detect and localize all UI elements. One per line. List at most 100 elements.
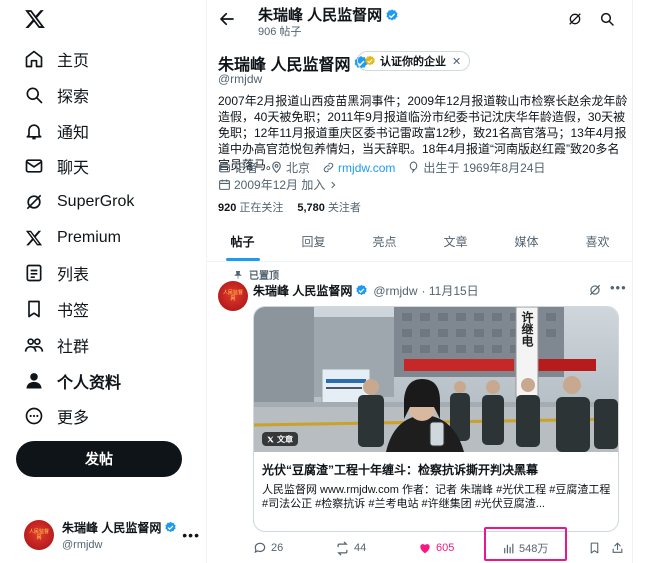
nav-premium[interactable]: Premium: [24, 223, 121, 253]
post-author-name[interactable]: 朱瑞峰 人民监督网: [253, 282, 352, 299]
following-label: 正在关注: [239, 202, 284, 214]
tab-replies[interactable]: 回复: [278, 222, 349, 261]
x-logo-icon: [267, 436, 274, 442]
like-count: 605: [436, 542, 455, 554]
share-button[interactable]: [611, 538, 628, 558]
x-logo-icon[interactable]: [24, 8, 48, 32]
repost-icon: [337, 541, 348, 555]
article-image: 奋斗 许继电: [254, 307, 618, 452]
tab-articles[interactable]: 文章: [420, 222, 491, 261]
nav-label: 聊天: [57, 160, 90, 177]
verified-badge-icon: [385, 8, 399, 22]
close-icon[interactable]: ✕: [452, 55, 461, 68]
bell-icon: [24, 121, 44, 141]
mail-icon: [24, 156, 44, 176]
balloon-icon: [410, 161, 418, 173]
list-icon: [24, 263, 44, 283]
more-circle-icon: [24, 406, 44, 426]
chevron-right-icon[interactable]: [328, 180, 338, 190]
sign-text: 许继电: [520, 310, 534, 348]
meta-category: 记者: [218, 159, 258, 176]
heart-icon: [420, 544, 430, 554]
communities-icon: [24, 335, 44, 355]
nav-label: 书签: [57, 303, 90, 320]
followers-link[interactable]: 5,780 关注者: [297, 199, 361, 215]
briefcase-icon: [219, 162, 230, 173]
more-dots-icon[interactable]: •••: [610, 280, 627, 295]
nav-label: 更多: [57, 410, 90, 427]
bookmark-icon: [590, 542, 599, 554]
post-date[interactable]: · 11月15日: [422, 282, 479, 299]
article-card[interactable]: 奋斗 许继电: [253, 306, 619, 532]
nav-communities[interactable]: 社群: [24, 330, 89, 360]
more-dots-icon[interactable]: •••: [182, 527, 200, 543]
nav-label: 通知: [57, 125, 90, 142]
reply-button[interactable]: 26: [253, 538, 283, 558]
website-link[interactable]: rmjdw.com: [338, 161, 395, 175]
verify-chip-label: 认证你的企业: [380, 56, 446, 68]
grok-icon[interactable]: [587, 282, 603, 298]
meta-category-text: 记者: [234, 161, 259, 175]
grok-icon[interactable]: [565, 9, 585, 29]
verify-business-chip[interactable]: 认证你的企业 ✕: [357, 51, 471, 71]
back-arrow-icon[interactable]: [216, 8, 238, 30]
left-nav: 主页 探索 通知 聊天 SuperGrok Premium 列表 书签 社群 个…: [0, 0, 207, 563]
nav-label: 主页: [57, 53, 90, 70]
location-pin-icon: [272, 161, 281, 174]
nav-label: 探索: [57, 89, 90, 106]
calendar-icon: [219, 179, 230, 190]
nav-supergrok[interactable]: SuperGrok: [24, 187, 134, 217]
post-actions: 26 44 605 548万: [253, 538, 623, 558]
avatar-text: 人民监督网: [222, 290, 243, 302]
post-handle[interactable]: @rmjdw: [373, 284, 417, 298]
article-tag-text: 文章: [277, 434, 293, 444]
following-count: 920: [218, 202, 237, 214]
nav-label: 社群: [57, 339, 90, 356]
nav-home[interactable]: 主页: [24, 44, 89, 74]
nav-more[interactable]: 更多: [24, 401, 89, 431]
article-title: 光伏“豆腐渣”工程十年缠斗：检察抗诉撕开判决黑幕: [262, 463, 539, 477]
nav-bookmarks[interactable]: 书签: [24, 294, 89, 324]
post-button[interactable]: 发帖: [16, 441, 182, 477]
meta-location: 北京: [270, 159, 310, 176]
post-avatar[interactable]: 人民监督网: [218, 281, 248, 311]
pinned-label: 已置顶: [233, 267, 279, 282]
tab-highlights[interactable]: 亮点: [349, 222, 420, 261]
nav-lists[interactable]: 列表: [24, 258, 89, 288]
post-count: 906 帖子: [258, 26, 302, 38]
like-button[interactable]: 605: [418, 538, 454, 558]
follow-stats: 920 正在关注 5,780 关注者: [218, 199, 375, 215]
pinned-text: 已置顶: [249, 271, 279, 282]
reply-icon: [254, 542, 266, 554]
reply-count: 26: [271, 542, 284, 554]
nav-chat[interactable]: 聊天: [24, 151, 89, 181]
bookmark-button[interactable]: [588, 538, 605, 558]
nav-label: 列表: [57, 267, 90, 284]
nav-explore[interactable]: 探索: [24, 80, 89, 110]
profile-joined: 2009年12月 加入: [218, 176, 338, 193]
nav-profile[interactable]: 个人资料: [24, 366, 121, 396]
repost-count: 44: [354, 542, 367, 554]
repost-button[interactable]: 44: [335, 538, 366, 558]
verified-badge-icon: [355, 284, 369, 298]
grok-icon: [24, 192, 44, 212]
account-switcher[interactable]: 人民监督网 朱瑞峰 人民监督网 @rmjdw •••: [24, 515, 200, 555]
nav-label: SuperGrok: [57, 193, 135, 210]
meta-birth-text: 出生于 1969年8月24日: [423, 161, 546, 175]
tab-posts[interactable]: 帖子: [207, 222, 278, 261]
nav-label: 个人资料: [57, 375, 122, 392]
profile-meta: 记者 北京 rmjdw.com 出生于 1969年8月24日: [218, 159, 557, 176]
profile-icon: [24, 371, 44, 391]
nav-notifications[interactable]: 通知: [24, 116, 89, 146]
share-icon: [612, 542, 623, 553]
meta-website: rmjdw.com: [322, 161, 395, 175]
search-icon[interactable]: [597, 9, 617, 29]
profile-topbar: 朱瑞峰 人民监督网 906 帖子: [207, 0, 633, 40]
following-link[interactable]: 920 正在关注: [218, 199, 283, 215]
tab-likes[interactable]: 喜欢: [562, 222, 633, 261]
account-display-name: 朱瑞峰 人民监督网: [62, 521, 162, 535]
tab-media[interactable]: 媒体: [491, 222, 562, 261]
x-premium-icon: [24, 228, 44, 248]
followers-label: 关注者: [327, 202, 361, 214]
profile-handle: @rmjdw: [218, 72, 263, 86]
